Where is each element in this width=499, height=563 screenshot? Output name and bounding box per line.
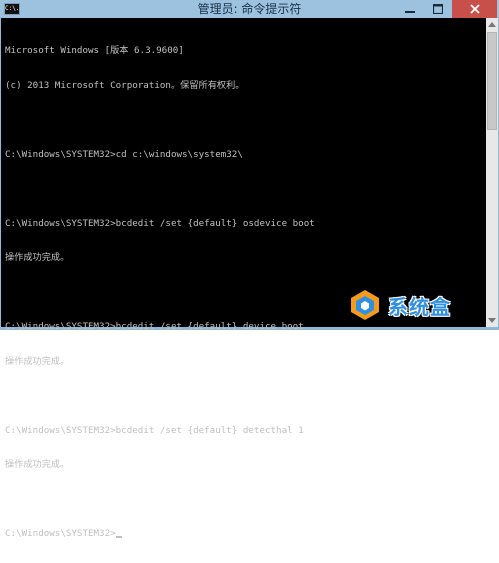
console-line: C:\Windows\SYSTEM32>bcdedit /set {defaul… (5, 424, 304, 436)
watermark: 系统盒 (348, 286, 488, 324)
minimize-button[interactable] (396, 0, 424, 18)
console-line: Microsoft Windows [版本 6.3.9600] (5, 45, 184, 56)
console-line: C:\Windows\SYSTEM32>cd c:\windows\system… (5, 148, 243, 160)
minimize-icon (405, 11, 415, 13)
console-line: 操作成功完成。 (5, 355, 70, 367)
console-line: C:\Windows\SYSTEM32>bcdedit /set {defaul… (5, 321, 304, 332)
arrow-down-icon (488, 318, 496, 323)
window-controls (396, 0, 497, 18)
close-button[interactable] (452, 0, 497, 18)
scroll-thumb[interactable] (487, 32, 497, 130)
command-prompt-window: C:\. 管理员: 命令提示符 Microsoft Windows [版本 6.… (0, 0, 499, 539)
watermark-logo-icon (351, 290, 379, 320)
console-text: Microsoft Windows [版本 6.3.9600] (c) 2013… (5, 22, 315, 563)
watermark-text: 系统盒 (388, 294, 451, 319)
maximize-icon (433, 4, 443, 14)
console-line: C:\Windows\SYSTEM32>bcdedit /set {defaul… (5, 217, 315, 229)
close-icon (469, 4, 480, 14)
console-line: 操作成功完成。 (5, 252, 70, 263)
vertical-scrollbar[interactable] (486, 18, 498, 327)
text-cursor (115, 536, 122, 538)
prompt-line[interactable]: C:\Windows\SYSTEM32> (5, 528, 315, 540)
console-line: 操作成功完成。 (5, 459, 70, 470)
current-prompt: C:\Windows\SYSTEM32> (5, 528, 116, 539)
console-line: (c) 2013 Microsoft Corporation。保留所有权利。 (5, 79, 245, 91)
maximize-button[interactable] (424, 0, 452, 18)
title-bar[interactable]: C:\. 管理员: 命令提示符 (0, 0, 499, 18)
console-output[interactable]: Microsoft Windows [版本 6.3.9600] (c) 2013… (1, 18, 486, 539)
scroll-up-button[interactable] (486, 18, 498, 30)
arrow-up-icon (488, 22, 496, 27)
